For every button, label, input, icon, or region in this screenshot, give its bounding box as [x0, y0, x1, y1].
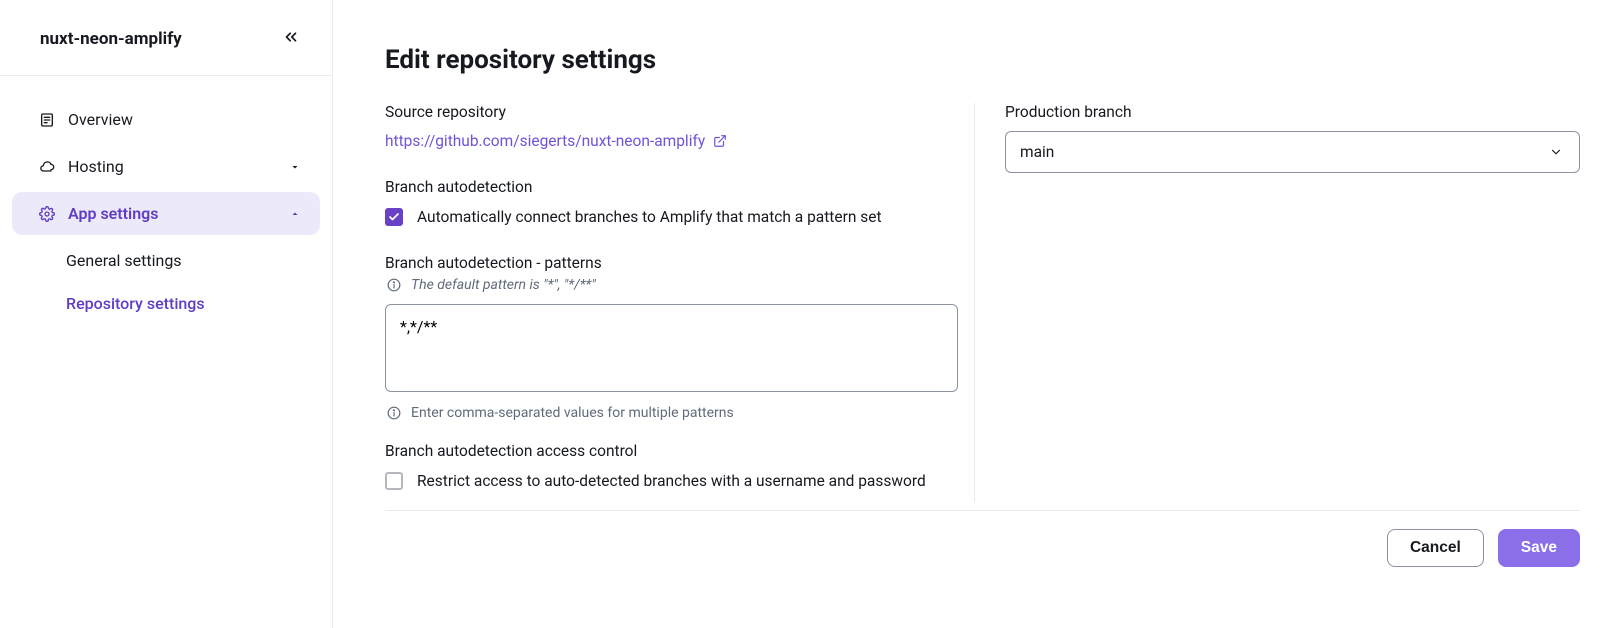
- sidebar-item-label: General settings: [66, 251, 182, 270]
- save-button[interactable]: Save: [1498, 529, 1580, 567]
- access-control-checkbox[interactable]: [385, 472, 403, 490]
- source-repository-url: https://github.com/siegerts/nuxt-neon-am…: [385, 132, 705, 150]
- access-control-section: Branch autodetection access control Rest…: [385, 442, 954, 490]
- app-settings-subnav: General settings Repository settings: [12, 239, 320, 325]
- sidebar-nav: Overview Hosting App settings: [0, 76, 332, 347]
- form-body: Source repository https://github.com/sie…: [385, 103, 1580, 502]
- page-title: Edit repository settings: [385, 45, 1580, 75]
- production-branch-value: main: [1020, 143, 1054, 161]
- sidebar-item-hosting[interactable]: Hosting: [12, 145, 320, 188]
- document-icon: [38, 111, 56, 129]
- chevron-double-left-icon: [282, 28, 300, 46]
- caret-up-icon: [286, 205, 304, 223]
- sidebar-item-general-settings[interactable]: General settings: [12, 239, 320, 282]
- sidebar-item-repository-settings[interactable]: Repository settings: [12, 282, 320, 325]
- source-repository-link[interactable]: https://github.com/siegerts/nuxt-neon-am…: [385, 132, 729, 150]
- access-control-checkbox-label: Restrict access to auto-detected branche…: [417, 472, 926, 490]
- access-control-checkbox-row[interactable]: Restrict access to auto-detected branche…: [385, 472, 954, 490]
- patterns-section: Branch autodetection - patterns The defa…: [385, 254, 954, 422]
- sidebar-item-label: Overview: [68, 110, 133, 129]
- access-control-label: Branch autodetection access control: [385, 442, 954, 460]
- chevron-down-icon: [1547, 143, 1565, 161]
- branch-autodetection-label: Branch autodetection: [385, 178, 954, 196]
- sidebar-item-overview[interactable]: Overview: [12, 98, 320, 141]
- branch-autodetection-checkbox-label: Automatically connect branches to Amplif…: [417, 208, 882, 226]
- sidebar-collapse-button[interactable]: [278, 24, 304, 53]
- production-branch-label: Production branch: [1005, 103, 1580, 121]
- external-link-icon: [711, 132, 729, 150]
- gear-icon: [38, 205, 56, 223]
- patterns-hint-row: The default pattern is "*", "*/**": [385, 276, 954, 294]
- branch-autodetection-section: Branch autodetection Automatically conne…: [385, 178, 954, 226]
- patterns-footer-hint-text: Enter comma-separated values for multipl…: [411, 405, 734, 421]
- patterns-hint-text: The default pattern is "*", "*/**": [411, 277, 596, 293]
- sidebar-item-label: Repository settings: [66, 294, 205, 313]
- form-footer: Cancel Save: [385, 510, 1580, 567]
- cloud-icon: [38, 158, 56, 176]
- patterns-footer-hint-row: Enter comma-separated values for multipl…: [385, 404, 954, 422]
- branch-autodetection-checkbox-row[interactable]: Automatically connect branches to Amplif…: [385, 208, 954, 226]
- caret-down-icon: [286, 158, 304, 176]
- cancel-button[interactable]: Cancel: [1387, 529, 1484, 567]
- info-icon: [385, 404, 403, 422]
- right-column: Production branch main: [1005, 103, 1580, 502]
- info-icon: [385, 276, 403, 294]
- sidebar-item-label: App settings: [68, 204, 158, 223]
- main-content: Edit repository settings Source reposito…: [333, 0, 1600, 628]
- branch-autodetection-checkbox[interactable]: [385, 208, 403, 226]
- left-column: Source repository https://github.com/sie…: [385, 103, 975, 502]
- source-repository-section: Source repository https://github.com/sie…: [385, 103, 954, 150]
- sidebar: nuxt-neon-amplify Overview Hosting: [0, 0, 333, 628]
- patterns-label: Branch autodetection - patterns: [385, 254, 954, 272]
- source-repository-label: Source repository: [385, 103, 954, 121]
- sidebar-item-app-settings[interactable]: App settings: [12, 192, 320, 235]
- sidebar-header: nuxt-neon-amplify: [0, 0, 332, 76]
- sidebar-item-label: Hosting: [68, 157, 124, 176]
- app-name: nuxt-neon-amplify: [40, 29, 182, 49]
- patterns-textarea[interactable]: [385, 304, 958, 392]
- production-branch-select[interactable]: main: [1005, 131, 1580, 173]
